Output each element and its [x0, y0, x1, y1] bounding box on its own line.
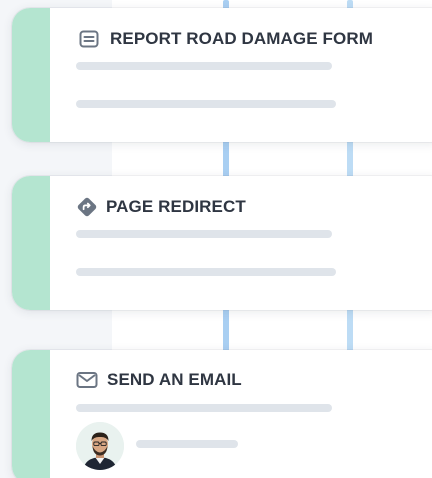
step-card-page-redirect[interactable]: PAGE REDIRECT [12, 176, 432, 310]
placeholder-line [76, 404, 332, 412]
step-title: REPORT ROAD DAMAGE FORM [110, 29, 373, 48]
connector-line [347, 140, 353, 178]
placeholder-line [76, 230, 332, 238]
connector-line [223, 308, 229, 352]
step-accent [12, 8, 50, 142]
step-accent [12, 350, 50, 478]
placeholder-line [76, 100, 336, 108]
step-title: PAGE REDIRECT [106, 197, 246, 216]
step-accent [12, 176, 50, 310]
step-card-report-form[interactable]: REPORT ROAD DAMAGE FORM [12, 8, 432, 142]
placeholder-line [76, 62, 332, 70]
redirect-arrow-icon [76, 196, 98, 218]
form-icon [78, 28, 100, 50]
step-card-send-email[interactable]: SEND AN EMAIL [12, 350, 432, 478]
connector-line [347, 308, 353, 352]
avatar [76, 422, 124, 470]
placeholder-line [136, 440, 238, 448]
step-title: SEND AN EMAIL [107, 370, 242, 389]
connector-line [223, 140, 229, 178]
workflow-canvas: REPORT ROAD DAMAGE FORM PAGE REDIRECT SE… [0, 0, 432, 478]
placeholder-line [76, 268, 336, 276]
mail-icon [76, 369, 98, 391]
